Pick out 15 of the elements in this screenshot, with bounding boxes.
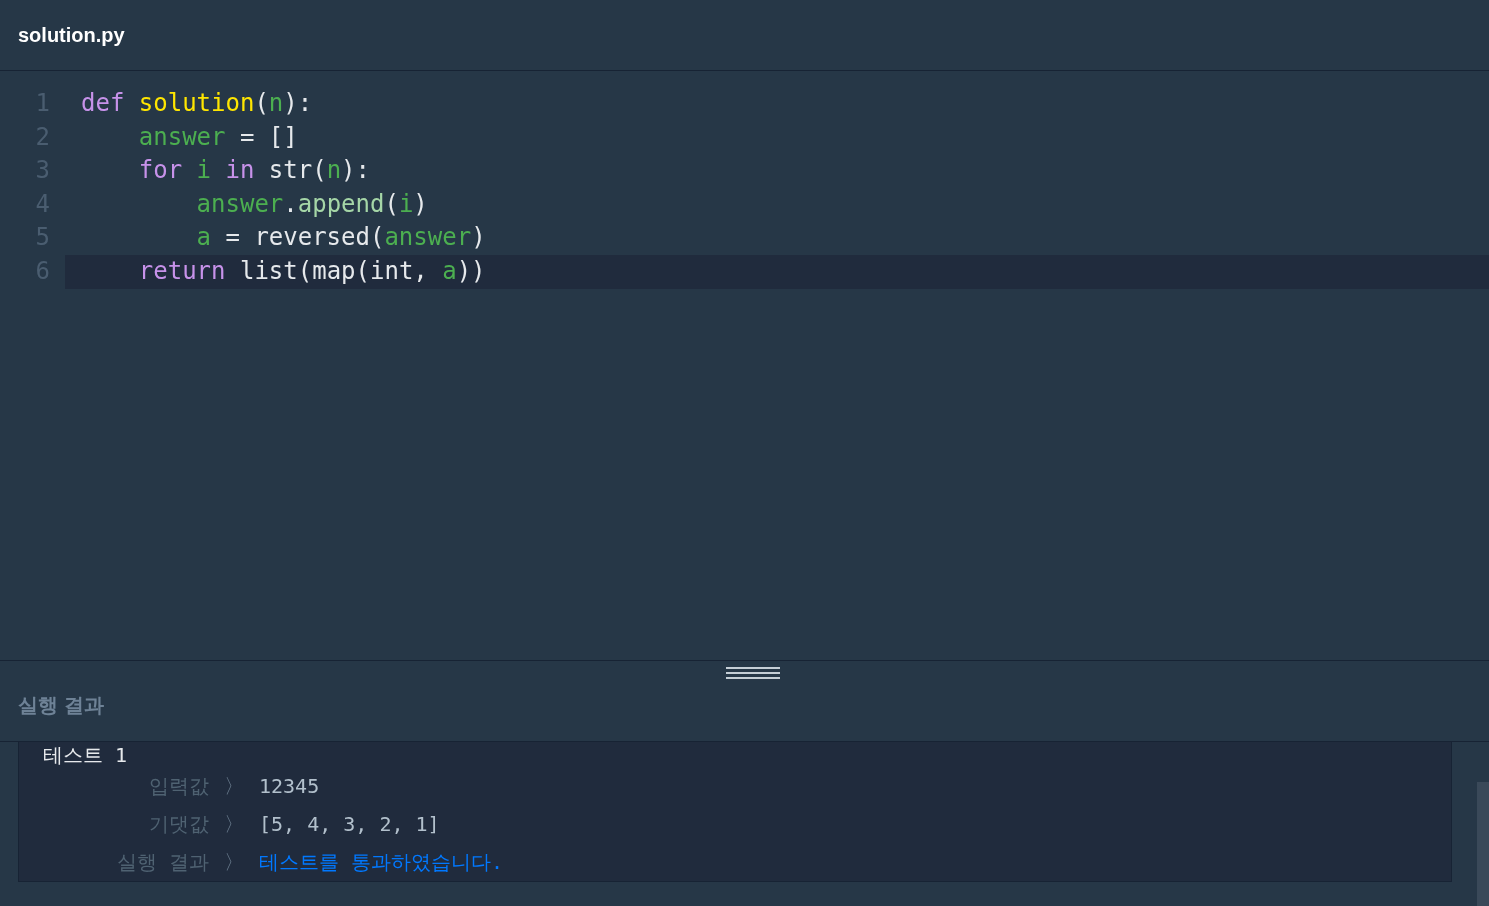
- test-title: 테스트 1: [43, 743, 128, 767]
- code-line: a = reversed(answer): [195, 222, 487, 254]
- code-line: answer.append(i): [195, 188, 429, 220]
- result-value: 테스트를 통과하였습니다.: [259, 849, 504, 876]
- code-line: for i in str(n):: [137, 155, 371, 187]
- chevron-separator: 〉: [223, 849, 245, 876]
- chevron-separator: 〉: [223, 773, 245, 800]
- code-line: def solution(n):: [80, 88, 314, 119]
- results-title: 실행 결과: [18, 693, 104, 718]
- resize-handle-icon[interactable]: [726, 666, 780, 680]
- chevron-separator: 〉: [223, 811, 245, 838]
- result-value: [5, 4, 3, 2, 1]: [259, 811, 440, 838]
- code-line: answer = []: [137, 121, 299, 153]
- result-value: 12345: [259, 773, 320, 800]
- file-tab-title: solution.py: [18, 23, 125, 48]
